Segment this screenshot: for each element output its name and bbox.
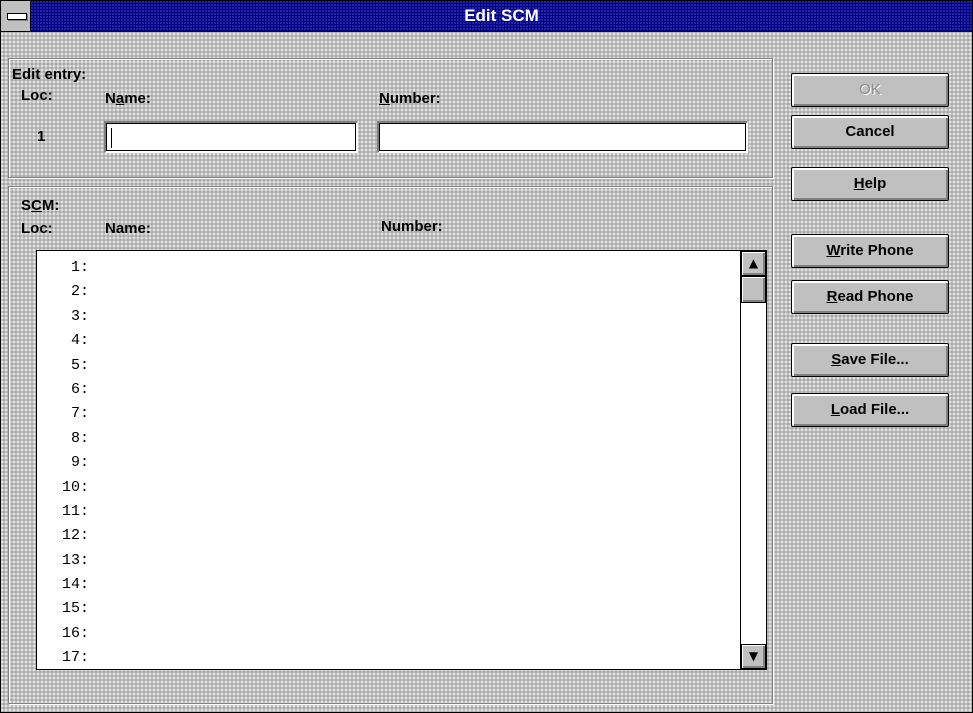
- list-item[interactable]: 11:: [37, 500, 737, 524]
- name-input[interactable]: [104, 121, 358, 153]
- list-item-loc: 11:: [61, 502, 89, 520]
- list-item[interactable]: 15:: [37, 597, 737, 621]
- list-item[interactable]: 9:: [37, 451, 737, 475]
- list-item-loc: 10:: [61, 478, 89, 496]
- list-item-loc: 8:: [70, 429, 89, 447]
- list-item-loc: 12:: [61, 527, 89, 545]
- edit-scm-dialog: Edit SCM Edit entry: Loc: Name: Number: …: [0, 0, 973, 713]
- edit-name-label: Name:: [105, 90, 151, 107]
- arrow-down-icon: ▼: [748, 649, 759, 663]
- edit-number-label: Number:: [379, 90, 441, 107]
- list-item[interactable]: 13:: [37, 549, 737, 573]
- list-item-loc: 3:: [70, 307, 89, 325]
- text-cursor: [111, 128, 112, 148]
- list-item-loc: 7:: [70, 405, 89, 423]
- edit-entry-label: Edit entry:: [12, 66, 87, 83]
- vertical-scrollbar[interactable]: ▲ ▼: [740, 251, 766, 669]
- list-item-loc: 4:: [70, 332, 89, 350]
- scm-label: SCM:: [21, 197, 60, 214]
- list-item[interactable]: 2:: [37, 280, 737, 304]
- list-item-loc: 2:: [70, 283, 89, 301]
- list-item-loc: 15:: [61, 600, 89, 618]
- help-button[interactable]: Help: [791, 167, 949, 201]
- list-item-loc: 13:: [61, 551, 89, 569]
- list-item[interactable]: 6:: [37, 378, 737, 402]
- list-item[interactable]: 7:: [37, 402, 737, 426]
- scroll-up-button[interactable]: ▲: [741, 251, 766, 276]
- scm-name-label: Name:: [105, 220, 151, 237]
- list-item-loc: 9:: [70, 454, 89, 472]
- write-phone-button[interactable]: Write Phone: [791, 234, 949, 268]
- scm-loc-label: Loc:: [21, 220, 53, 237]
- edit-loc-label: Loc:: [21, 87, 53, 104]
- scm-rows: 1: 2: 3: 4: 5: 6: 7: 8: 9: 10: 11: 12: 13: 14: 15: 16: 1…: [37, 256, 737, 669]
- title-bar: Edit SCM: [1, 1, 972, 32]
- number-input[interactable]: [377, 121, 748, 153]
- edit-loc-value: 1: [37, 128, 46, 145]
- list-item[interactable]: 4:: [37, 329, 737, 353]
- load-file-button[interactable]: Load File...: [791, 393, 949, 427]
- list-item[interactable]: 8:: [37, 427, 737, 451]
- list-item[interactable]: 12:: [37, 524, 737, 548]
- list-item[interactable]: 14:: [37, 573, 737, 597]
- list-item-loc: 1:: [70, 259, 89, 276]
- window-title: Edit SCM: [464, 6, 539, 25]
- cancel-button[interactable]: Cancel: [791, 115, 949, 149]
- list-item-loc: 17:: [61, 649, 89, 667]
- list-item-loc: 14:: [61, 576, 89, 594]
- scroll-thumb[interactable]: [741, 276, 766, 303]
- list-item[interactable]: 5:: [37, 354, 737, 378]
- list-item[interactable]: 17:: [37, 646, 737, 669]
- list-item-loc: 6:: [70, 380, 89, 398]
- list-item[interactable]: 3:: [37, 305, 737, 329]
- list-item[interactable]: 16:: [37, 622, 737, 646]
- scm-number-label: Number:: [381, 218, 443, 235]
- ok-button[interactable]: OK: [791, 73, 949, 107]
- read-phone-button[interactable]: Read Phone: [791, 280, 949, 314]
- arrow-up-icon: ▲: [748, 256, 759, 270]
- list-item-loc: 5:: [70, 356, 89, 374]
- system-menu-button[interactable]: [1, 1, 31, 31]
- save-file-button[interactable]: Save File...: [791, 343, 949, 377]
- scm-list[interactable]: 1: 2: 3: 4: 5: 6: 7: 8: 9: 10: 11: 12: 13: 14: 15: 16: 1…: [36, 250, 767, 670]
- system-menu-icon: [7, 13, 27, 20]
- list-item[interactable]: 10:: [37, 476, 737, 500]
- scroll-down-button[interactable]: ▼: [741, 644, 766, 669]
- edit-entry-group: [8, 58, 773, 178]
- list-item[interactable]: 1:: [37, 256, 737, 280]
- list-item-loc: 16:: [61, 624, 89, 642]
